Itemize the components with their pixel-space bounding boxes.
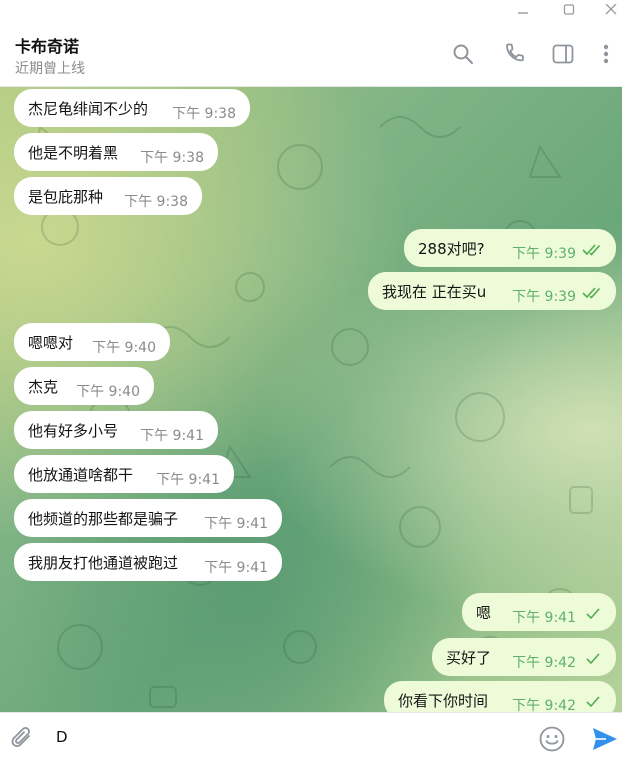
message-text: 他是不明着黑 — [28, 144, 119, 162]
message-text: 你看下你时间 — [398, 692, 489, 710]
message-text: 我朋友打他通道被跑过 — [28, 554, 179, 572]
message-text: 买好了 — [446, 649, 492, 667]
message-bubble-incoming[interactable]: 他是不明着黑 下午 9:38 — [14, 133, 218, 171]
sidebar-toggle-icon[interactable] — [551, 42, 575, 66]
message-bubble-outgoing[interactable]: 嗯 下午 9:41 — [462, 593, 616, 631]
emoji-icon[interactable] — [538, 725, 566, 753]
message-time: 下午 9:39 — [512, 289, 576, 305]
double-check-icon — [582, 286, 604, 300]
message-time: 下午 9:38 — [172, 106, 236, 122]
message-text: 我现在 正在买u — [382, 283, 487, 301]
paperclip-icon[interactable] — [10, 725, 34, 751]
message-bubble-incoming[interactable]: 杰克 下午 9:40 — [14, 367, 154, 405]
message-bubble-outgoing[interactable]: 我现在 正在买u 下午 9:39 — [368, 272, 616, 310]
chat-header: 卡布奇诺 近期曾上线 — [0, 20, 622, 87]
minimize-button[interactable] — [508, 0, 538, 20]
message-text: 他频道的那些都是骗子 — [28, 510, 179, 528]
message-bubble-outgoing[interactable]: 288对吧? 下午 9:39 — [404, 229, 616, 267]
check-icon — [582, 607, 604, 621]
message-time: 下午 9:42 — [512, 655, 576, 671]
message-time: 下午 9:41 — [204, 560, 268, 576]
message-bubble-incoming[interactable]: 嗯嗯对 下午 9:40 — [14, 323, 170, 361]
check-icon — [582, 695, 604, 709]
message-list[interactable]: 杰尼龟绯闻不少的 下午 9:38 他是不明着黑 下午 9:38 是包庇那种 下午… — [0, 87, 622, 712]
maximize-button[interactable] — [554, 0, 584, 20]
message-text: 杰尼龟绯闻不少的 — [28, 100, 149, 118]
phone-icon[interactable] — [502, 42, 526, 66]
message-composer — [0, 712, 622, 761]
message-text: 是包庇那种 — [28, 188, 104, 206]
message-bubble-incoming[interactable]: 是包庇那种 下午 9:38 — [14, 177, 202, 215]
message-bubble-outgoing[interactable]: 买好了 下午 9:42 — [432, 638, 616, 676]
message-time: 下午 9:40 — [76, 384, 140, 400]
message-input[interactable] — [56, 721, 526, 753]
message-text: 他有好多小号 — [28, 422, 119, 440]
message-bubble-incoming[interactable]: 他放通道啥都干 下午 9:41 — [14, 455, 234, 493]
message-time: 下午 9:42 — [512, 698, 576, 712]
check-icon — [582, 652, 604, 666]
message-time: 下午 9:41 — [204, 516, 268, 532]
message-time: 下午 9:38 — [124, 194, 188, 210]
message-time: 下午 9:39 — [512, 246, 576, 262]
search-icon[interactable] — [451, 42, 475, 66]
message-text: 嗯嗯对 — [28, 334, 74, 352]
send-icon[interactable] — [592, 727, 618, 751]
message-time: 下午 9:38 — [140, 150, 204, 166]
message-bubble-outgoing[interactable]: 你看下你时间 下午 9:42 — [384, 681, 616, 712]
message-bubble-incoming[interactable]: 他频道的那些都是骗子 下午 9:41 — [14, 499, 282, 537]
message-time: 下午 9:40 — [92, 340, 156, 356]
chat-title[interactable]: 卡布奇诺 — [15, 33, 79, 57]
message-time: 下午 9:41 — [156, 472, 220, 488]
chat-status: 近期曾上线 — [15, 61, 85, 77]
more-vertical-icon[interactable] — [596, 42, 616, 66]
message-text: 他放通道啥都干 — [28, 466, 134, 484]
double-check-icon — [582, 243, 604, 257]
message-bubble-incoming[interactable]: 他有好多小号 下午 9:41 — [14, 411, 218, 449]
window-titlebar — [0, 0, 622, 20]
close-button[interactable] — [596, 0, 622, 20]
message-text: 288对吧? — [418, 240, 485, 258]
message-bubble-incoming[interactable]: 杰尼龟绯闻不少的 下午 9:38 — [14, 89, 250, 127]
message-bubble-incoming[interactable]: 我朋友打他通道被跑过 下午 9:41 — [14, 543, 282, 581]
message-time: 下午 9:41 — [512, 610, 576, 626]
message-time: 下午 9:41 — [140, 428, 204, 444]
message-text: 嗯 — [476, 604, 492, 622]
message-text: 杰克 — [28, 378, 59, 396]
